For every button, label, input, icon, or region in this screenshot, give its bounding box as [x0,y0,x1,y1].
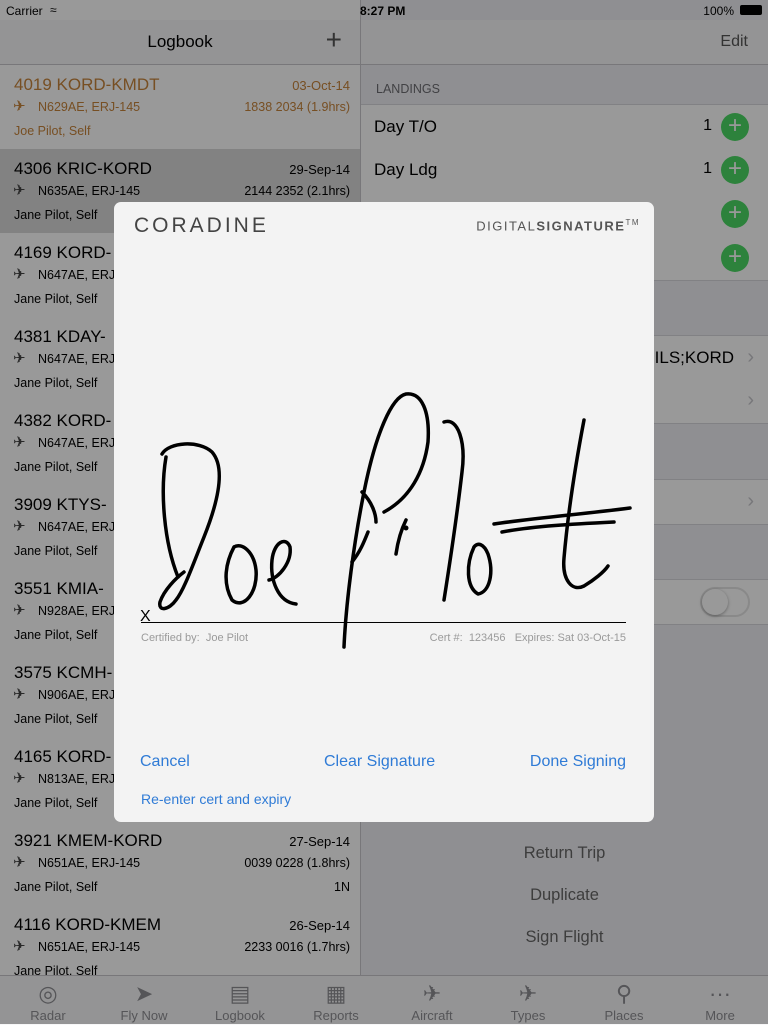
status-time: 8:27 PM [360,4,406,18]
battery-icon [740,5,762,15]
clear-signature-button[interactable]: Clear Signature [324,753,435,771]
expires-value: Sat 03-Oct-15 [557,632,626,644]
certified-by: Certified by: Joe Pilot [141,632,248,644]
signature-dialog: CORADINE DIGITALSIGNATURETM X Certified … [114,202,654,822]
cert-label: Cert #: [429,632,463,644]
battery-label: 100% [703,4,734,18]
cert-number: 123456 [468,632,506,644]
signature-x-mark: X [140,608,151,625]
carrier-label: Carrier [6,4,43,18]
expires-label: Expires: [514,632,555,644]
status-bar: Carrier ≈ 8:27 PM 100% [0,0,768,20]
cert-info: Cert #: 123456 Expires: Sat 03-Oct-15 [430,632,626,644]
wifi-icon: ≈ [50,3,57,17]
done-signing-button[interactable]: Done Signing [530,753,626,771]
certified-label: Certified by: [141,632,200,644]
certified-name: Joe Pilot [205,632,249,644]
cancel-button[interactable]: Cancel [140,753,190,771]
signature-canvas[interactable] [114,202,654,722]
reenter-cert-button[interactable]: Re-enter cert and expiry [141,791,291,807]
signature-line [141,622,626,623]
